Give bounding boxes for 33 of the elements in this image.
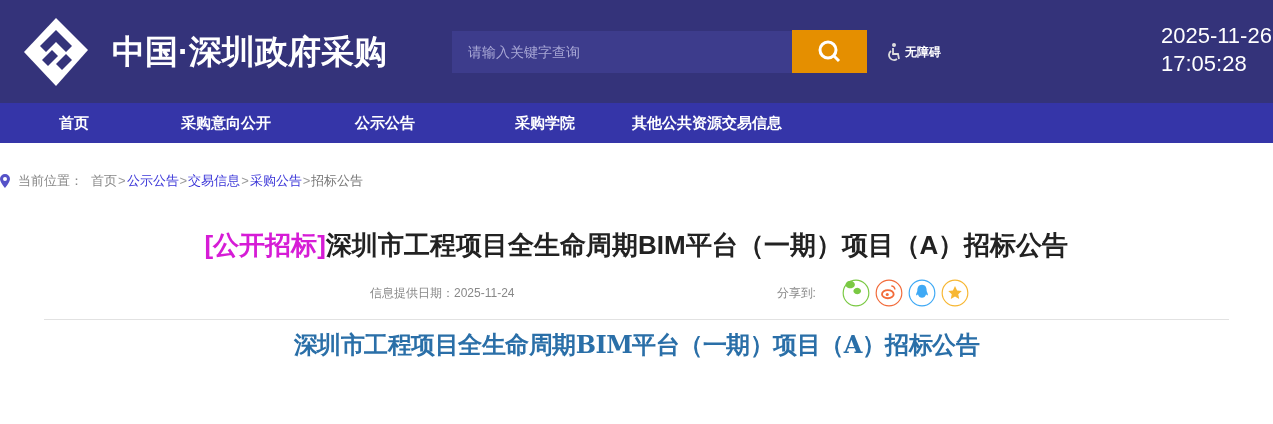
publish-date: 信息提供日期：2025-11-24	[370, 285, 515, 302]
wechat-share-icon[interactable]	[841, 279, 870, 307]
breadcrumb-label: 当前位置：	[18, 172, 83, 191]
breadcrumb-separator: >	[241, 172, 249, 191]
date-text: 2025-11-26	[1161, 21, 1273, 50]
search-field[interactable]: 请输入关键字查询	[452, 30, 792, 73]
breadcrumb-separator: >	[179, 172, 188, 191]
time-text: 17:05:28	[1161, 49, 1248, 78]
nav-link[interactable]: 采购学院	[500, 111, 590, 135]
article-subtitle: 深圳市工程项目全生命周期BIM平台（一期）项目（A）招标公告	[292, 329, 981, 361]
breadcrumb-separator: >	[118, 172, 126, 191]
search-button[interactable]	[792, 30, 867, 73]
breadcrumb-link[interactable]: 采购公告	[249, 171, 302, 191]
breadcrumb-separator: >	[302, 172, 311, 191]
site-title: 中国·深圳政府采购	[112, 31, 388, 72]
accessibility-link[interactable]: 无障碍	[887, 42, 941, 61]
favorite-share-icon[interactable]	[940, 279, 969, 307]
qq-share-icon[interactable]	[907, 279, 936, 307]
share-label: 分享到:	[776, 285, 816, 302]
wheelchair-icon	[887, 42, 901, 61]
nav-link[interactable]: 其他公共资源交易信息	[617, 111, 797, 135]
breadcrumb-link[interactable]: 公示公告	[126, 171, 179, 191]
breadcrumb-link[interactable]: 交易信息	[188, 171, 241, 191]
article-title: [公开招标]深圳市工程项目全生命周期BIM平台（一期）项目（A）招标公告	[203, 229, 1070, 262]
breadcrumb-link[interactable]: 招标公告	[311, 171, 364, 191]
nav-link[interactable]: 采购意向公开	[166, 111, 286, 135]
location-pin-icon	[0, 174, 10, 188]
search-icon	[816, 38, 843, 65]
nav-link[interactable]: 公示公告	[340, 111, 430, 135]
weibo-share-icon[interactable]	[874, 279, 903, 307]
logo-icon	[22, 15, 90, 88]
nav-link[interactable]: 首页	[44, 111, 104, 135]
breadcrumb-link[interactable]: 首页	[91, 171, 117, 191]
